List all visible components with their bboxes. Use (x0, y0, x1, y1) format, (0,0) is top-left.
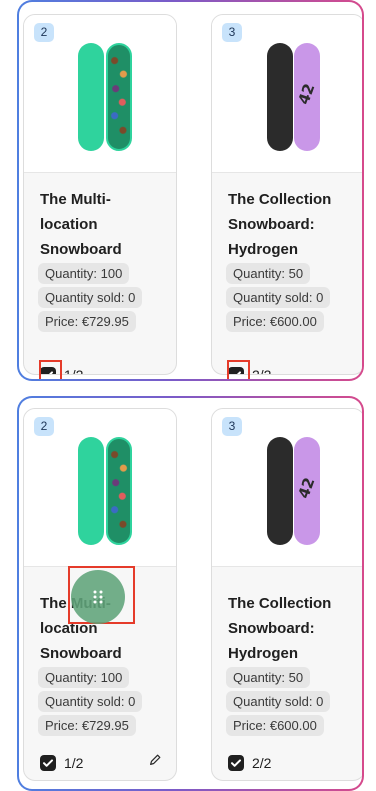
quantity-pill: Quantity: 50 (226, 667, 311, 688)
product-card[interactable]: 3 The Collection Snowboard: Hydrogen Qua… (211, 14, 362, 375)
quantity-pill: Quantity: 100 (38, 263, 130, 284)
checkmark-icon (48, 371, 53, 374)
position-badge: 3 (222, 23, 242, 42)
price-pill: Price: €600.00 (226, 311, 324, 332)
quantity-sold-pill: Quantity sold: 0 (226, 287, 331, 308)
quantity-pill: Quantity: 100 (38, 667, 130, 688)
drag-handle-icon (93, 590, 103, 604)
product-image: 3 (212, 409, 362, 567)
product-panel-1: 2 The Multi-location Snowboard Quantity:… (17, 0, 364, 381)
drag-handle[interactable] (71, 570, 125, 624)
quantity-pill: Quantity: 50 (226, 263, 311, 284)
quantity-sold-pill: Quantity sold: 0 (38, 287, 143, 308)
selection-count: 2/2 (252, 367, 272, 375)
snowboard-image (78, 437, 104, 545)
checkmark-icon (236, 371, 241, 374)
price-pill: Price: €729.95 (38, 715, 136, 736)
checkmark-icon (231, 759, 241, 767)
position-badge: 2 (34, 23, 54, 42)
snowboard-image (267, 43, 293, 151)
selection-count: 1/2 (64, 367, 84, 375)
product-image: 2 (24, 409, 176, 567)
select-checkbox[interactable] (40, 367, 56, 374)
position-badge: 3 (222, 417, 242, 436)
checkmark-icon (43, 759, 53, 767)
product-card[interactable]: 2 The Multi-location Snowboard Quantity:… (23, 14, 177, 375)
product-title: The Collection Snowboard: Hydrogen (228, 595, 332, 662)
price-pill: Price: €600.00 (226, 715, 324, 736)
position-badge: 2 (34, 417, 54, 436)
product-card[interactable]: 3 The Collection Snowboard: Hydrogen Qua… (211, 408, 362, 781)
selection-count: 1/2 (64, 755, 84, 771)
product-image: 2 (24, 15, 176, 173)
product-panel-2: 2 The Multi-location Snowboard Quantity:… (17, 396, 364, 791)
snowboard-image (294, 43, 320, 151)
snowboard-image (294, 437, 320, 545)
snowboard-image (106, 43, 132, 151)
select-checkbox[interactable] (228, 367, 244, 374)
select-checkbox[interactable] (228, 755, 244, 771)
price-pill: Price: €729.95 (38, 311, 136, 332)
product-title: The Multi-location Snowboard (40, 191, 122, 258)
snowboard-image (267, 437, 293, 545)
pencil-icon[interactable] (148, 753, 162, 767)
quantity-sold-pill: Quantity sold: 0 (38, 691, 143, 712)
quantity-sold-pill: Quantity sold: 0 (226, 691, 331, 712)
product-title: The Collection Snowboard: Hydrogen (228, 191, 332, 258)
select-checkbox[interactable] (40, 755, 56, 771)
snowboard-image (78, 43, 104, 151)
snowboard-image (106, 437, 132, 545)
product-image: 3 (212, 15, 362, 173)
selection-count: 2/2 (252, 755, 272, 771)
